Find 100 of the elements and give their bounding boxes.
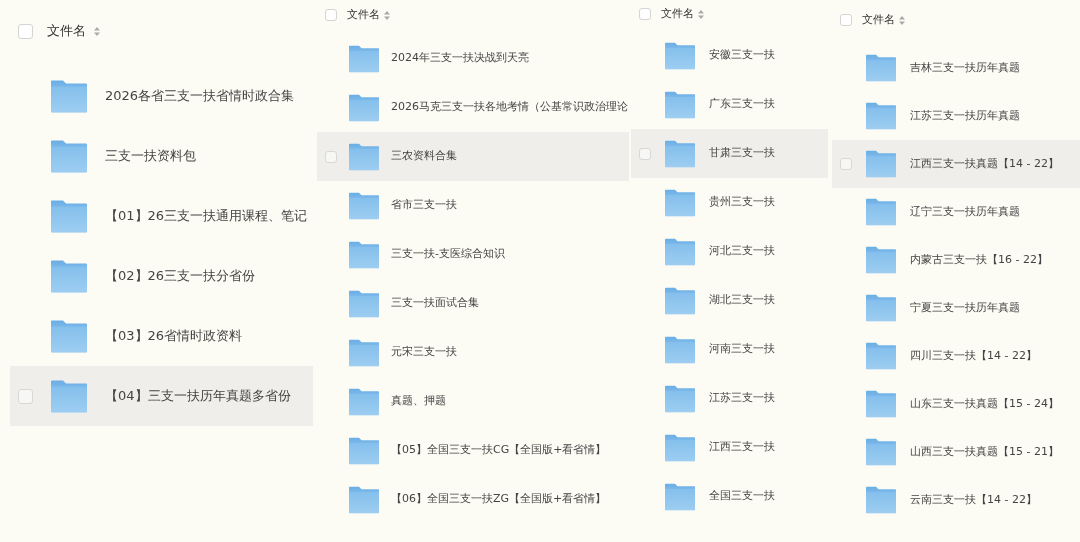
folder-name: 2026各省三支一扶省情时政合集 bbox=[105, 87, 295, 106]
folder-row[interactable]: 真题、押题 bbox=[317, 377, 629, 426]
folder-icon bbox=[51, 199, 87, 233]
folder-icon bbox=[665, 139, 695, 168]
folder-name: 云南三支一扶【14 - 22】 bbox=[910, 491, 1037, 508]
folder-row[interactable]: 安徽三支一扶 bbox=[631, 31, 828, 80]
folder-row[interactable]: 云南三支一扶【14 - 22】 bbox=[832, 476, 1080, 524]
sort-icon[interactable] bbox=[899, 15, 905, 25]
folder-row[interactable]: 2026各省三支一扶省情时政合集 bbox=[10, 66, 313, 126]
folder-icon bbox=[866, 342, 896, 370]
folder-icon bbox=[866, 198, 896, 226]
folder-row[interactable]: 湖北三支一扶 bbox=[631, 276, 828, 325]
folder-row[interactable]: 山东三支一扶真题【15 - 24】 bbox=[832, 380, 1080, 428]
row-checkbox[interactable] bbox=[325, 150, 337, 163]
folder-row[interactable]: 【05】全国三支一扶CG【全国版+看省情】 bbox=[317, 426, 629, 475]
folder-icon bbox=[349, 93, 379, 122]
folder-icon bbox=[866, 438, 896, 466]
sort-icon[interactable] bbox=[384, 10, 390, 20]
column-header[interactable]: 文件名 bbox=[47, 21, 86, 41]
folder-row[interactable]: 山西三支一扶真题【15 - 21】 bbox=[832, 428, 1080, 476]
folder-name: 2024年三支一扶决战到天亮 bbox=[391, 50, 529, 67]
row-checkbox[interactable] bbox=[639, 147, 651, 160]
checkbox[interactable] bbox=[325, 9, 337, 21]
folder-icon bbox=[665, 286, 695, 315]
folder-row[interactable]: 【02】26三支一扶分省份 bbox=[10, 246, 313, 306]
row-checkbox[interactable] bbox=[18, 388, 33, 404]
folder-row[interactable]: 三支一扶面试合集 bbox=[317, 279, 629, 328]
folder-icon bbox=[349, 240, 379, 269]
folder-row[interactable]: 河南三支一扶 bbox=[631, 325, 828, 374]
sort-icon[interactable] bbox=[94, 26, 100, 36]
folder-name: 江西三支一扶真题【14 - 22】 bbox=[910, 155, 1059, 172]
row-checkbox[interactable] bbox=[840, 158, 852, 170]
folder-name: 【01】26三支一扶通用课程、笔记 bbox=[105, 207, 308, 226]
folder-icon bbox=[349, 289, 379, 318]
folder-row[interactable]: 河北三支一扶 bbox=[631, 227, 828, 276]
folder-row[interactable]: 广东三支一扶 bbox=[631, 80, 828, 129]
folder-icon bbox=[665, 237, 695, 266]
folder-row[interactable]: 江西三支一扶真题【14 - 22】 bbox=[832, 140, 1080, 188]
column-header[interactable]: 文件名 bbox=[862, 11, 895, 29]
folder-icon bbox=[866, 294, 896, 322]
folder-icon bbox=[51, 79, 87, 113]
folder-row[interactable]: 2026马克三支一扶各地考情（公基常识政治理论 bbox=[317, 83, 629, 132]
folder-icon bbox=[51, 259, 87, 293]
folder-name: 【06】全国三支一扶ZG【全国版+看省情】 bbox=[391, 491, 607, 508]
folder-icon bbox=[349, 436, 379, 465]
folder-name: 贵州三支一扶 bbox=[709, 194, 775, 211]
folder-name: 全国三支一扶 bbox=[709, 488, 775, 505]
folder-icon bbox=[866, 246, 896, 274]
folder-row[interactable]: 江苏三支一扶历年真题 bbox=[832, 92, 1080, 140]
checkbox[interactable] bbox=[18, 23, 33, 39]
folder-icon bbox=[51, 319, 87, 353]
folder-row[interactable]: 【06】全国三支一扶ZG【全国版+看省情】 bbox=[317, 475, 629, 524]
folder-name: 【05】全国三支一扶CG【全国版+看省情】 bbox=[391, 442, 607, 459]
folder-icon bbox=[665, 335, 695, 364]
folder-icon bbox=[665, 41, 695, 70]
folder-row[interactable]: 2024年三支一扶决战到天亮 bbox=[317, 34, 629, 83]
folder-name: 【03】26省情时政资料 bbox=[105, 327, 243, 346]
folder-row[interactable]: 宁夏三支一扶历年真题 bbox=[832, 284, 1080, 332]
folder-icon bbox=[51, 379, 87, 413]
folder-row[interactable]: 贵州三支一扶 bbox=[631, 178, 828, 227]
folder-name: 江西三支一扶 bbox=[709, 439, 775, 456]
folder-icon bbox=[866, 486, 896, 514]
folder-row[interactable]: 【03】26省情时政资料 bbox=[10, 306, 313, 366]
folder-name: 宁夏三支一扶历年真题 bbox=[910, 299, 1020, 316]
folder-name: 元宋三支一扶 bbox=[391, 344, 457, 361]
folder-row[interactable]: 【01】26三支一扶通用课程、笔记 bbox=[10, 186, 313, 246]
folder-icon bbox=[866, 54, 896, 82]
sort-icon[interactable] bbox=[698, 9, 704, 19]
folder-name: 甘肃三支一扶 bbox=[709, 145, 775, 162]
folder-row[interactable]: 元宋三支一扶 bbox=[317, 328, 629, 377]
checkbox[interactable] bbox=[840, 14, 852, 26]
folder-name: 三农资料合集 bbox=[391, 148, 457, 165]
folder-row[interactable]: 省市三支一扶 bbox=[317, 181, 629, 230]
folder-icon bbox=[866, 150, 896, 178]
folder-icon bbox=[349, 338, 379, 367]
folder-icon bbox=[665, 433, 695, 462]
folder-row[interactable]: 辽宁三支一扶历年真题 bbox=[832, 188, 1080, 236]
folder-row[interactable]: 【04】三支一扶历年真题多省份 bbox=[10, 366, 313, 426]
folder-row[interactable]: 甘肃三支一扶 bbox=[631, 129, 828, 178]
folder-row[interactable]: 三支一扶资料包 bbox=[10, 126, 313, 186]
folder-row[interactable]: 三支一扶-支医综合知识 bbox=[317, 230, 629, 279]
folder-row[interactable]: 四川三支一扶【14 - 22】 bbox=[832, 332, 1080, 380]
folder-row[interactable]: 内蒙古三支一扶【16 - 22】 bbox=[832, 236, 1080, 284]
folder-row[interactable]: 吉林三支一扶历年真题 bbox=[832, 44, 1080, 92]
column-header[interactable]: 文件名 bbox=[347, 6, 380, 24]
folder-icon bbox=[665, 482, 695, 511]
folder-row[interactable]: 江西三支一扶 bbox=[631, 423, 828, 472]
folder-name: 2026马克三支一扶各地考情（公基常识政治理论 bbox=[391, 99, 628, 116]
folder-name: 四川三支一扶【14 - 22】 bbox=[910, 347, 1037, 364]
checkbox[interactable] bbox=[639, 8, 651, 20]
folder-row[interactable]: 三农资料合集 bbox=[317, 132, 629, 181]
folder-name: 湖北三支一扶 bbox=[709, 292, 775, 309]
folder-name: 江苏三支一扶历年真题 bbox=[910, 107, 1020, 124]
folder-name: 江苏三支一扶 bbox=[709, 390, 775, 407]
folder-name: 真题、押题 bbox=[391, 393, 446, 410]
folder-row[interactable]: 全国三支一扶 bbox=[631, 472, 828, 521]
folder-row[interactable]: 江苏三支一扶 bbox=[631, 374, 828, 423]
folder-name: 广东三支一扶 bbox=[709, 96, 775, 113]
folder-icon bbox=[349, 387, 379, 416]
column-header[interactable]: 文件名 bbox=[661, 5, 694, 23]
